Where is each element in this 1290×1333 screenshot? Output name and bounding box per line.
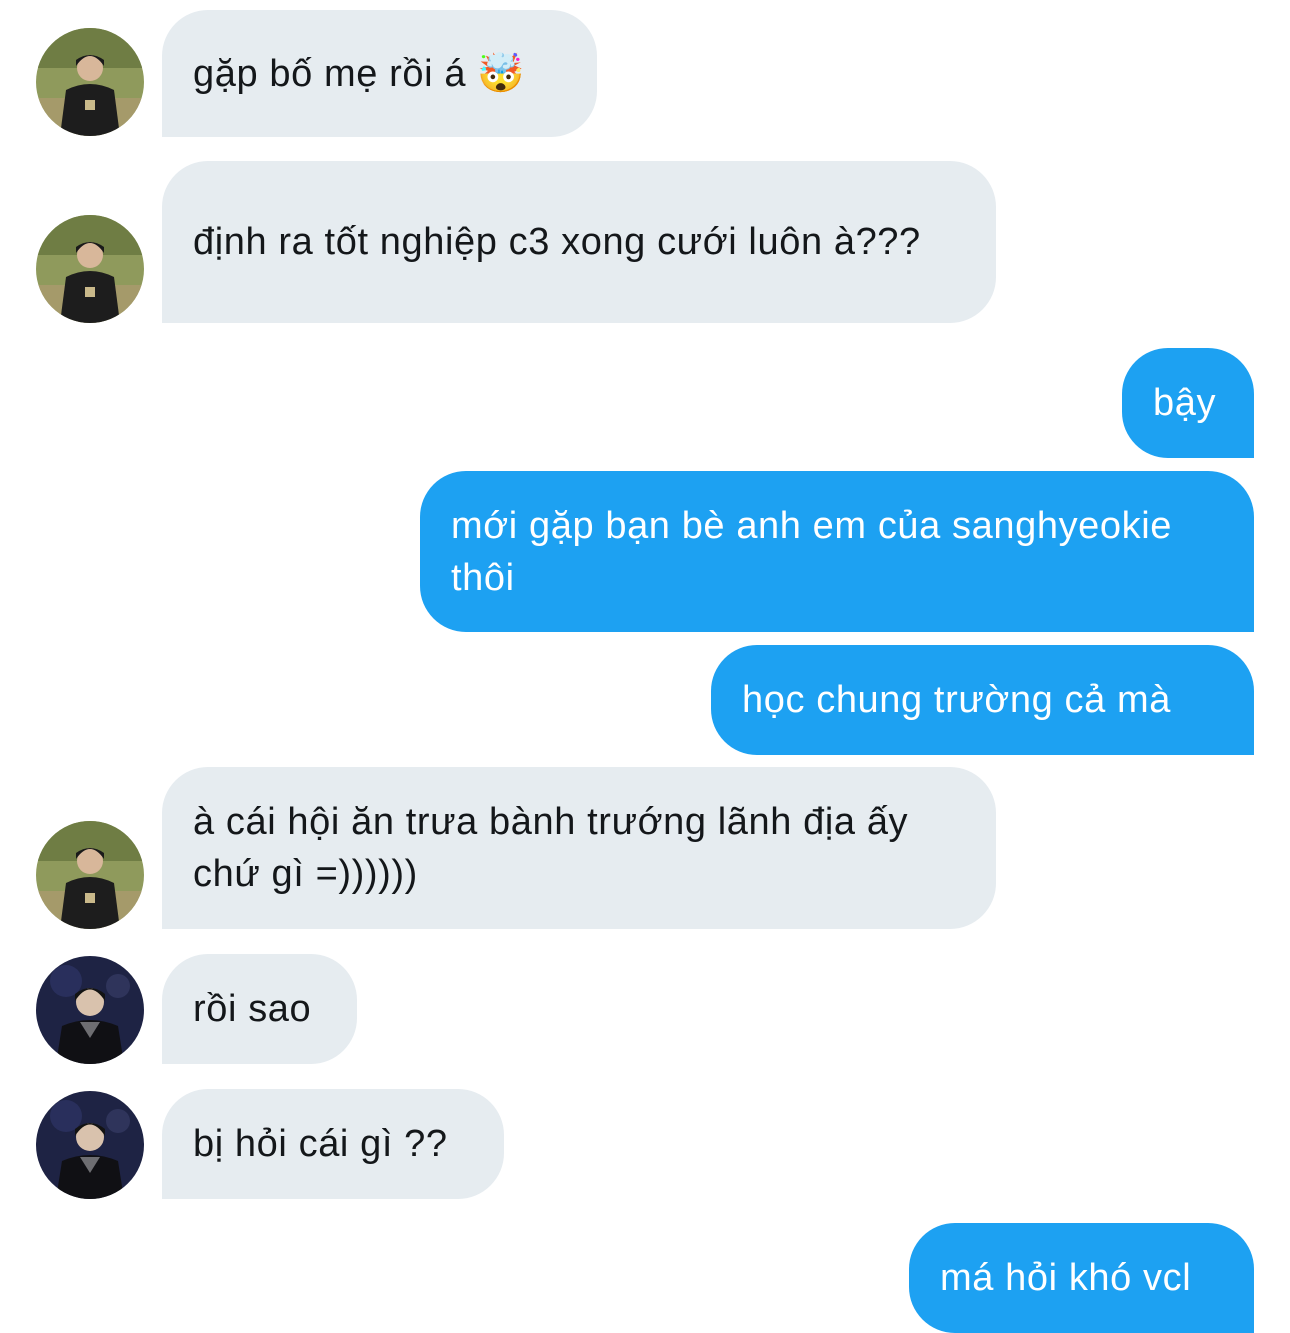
- message-bubble-incoming[interactable]: gặp bố mẹ rồi á 🤯: [162, 10, 597, 137]
- message-bubble-outgoing[interactable]: học chung trường cả mà: [711, 645, 1254, 755]
- message-text: gặp bố mẹ rồi á 🤯: [193, 52, 526, 95]
- avatar-user-1[interactable]: [36, 215, 144, 323]
- message-bubble-outgoing[interactable]: mới gặp bạn bè anh em của sanghyeokie th…: [420, 471, 1254, 632]
- message-bubble-outgoing[interactable]: má hỏi khó vcl: [909, 1223, 1254, 1333]
- message-bubble-incoming[interactable]: bị hỏi cái gì ??: [162, 1089, 504, 1199]
- message-bubble-outgoing[interactable]: bậy: [1122, 348, 1254, 458]
- message-bubble-incoming[interactable]: rồi sao: [162, 954, 357, 1064]
- message-bubble-incoming[interactable]: định ra tốt nghiệp c3 xong cưới luôn à??…: [162, 161, 996, 323]
- message-text: bị hỏi cái gì ??: [193, 1123, 448, 1165]
- message-text: à cái hội ăn trưa bành trướng lãnh địa ấ…: [193, 801, 909, 895]
- message-text: định ra tốt nghiệp c3 xong cưới luôn à??…: [193, 221, 921, 263]
- message-text: rồi sao: [193, 988, 312, 1030]
- avatar-user-1[interactable]: [36, 821, 144, 929]
- avatar-user-2[interactable]: [36, 1091, 144, 1199]
- message-text: học chung trường cả mà: [742, 679, 1171, 721]
- message-text: má hỏi khó vcl: [940, 1257, 1192, 1299]
- avatar-user-2[interactable]: [36, 956, 144, 1064]
- message-text: bậy: [1153, 382, 1217, 424]
- avatar-user-1[interactable]: [36, 28, 144, 136]
- message-text: mới gặp bạn bè anh em của sanghyeokie th…: [451, 504, 1173, 599]
- message-bubble-incoming[interactable]: à cái hội ăn trưa bành trướng lãnh địa ấ…: [162, 767, 996, 929]
